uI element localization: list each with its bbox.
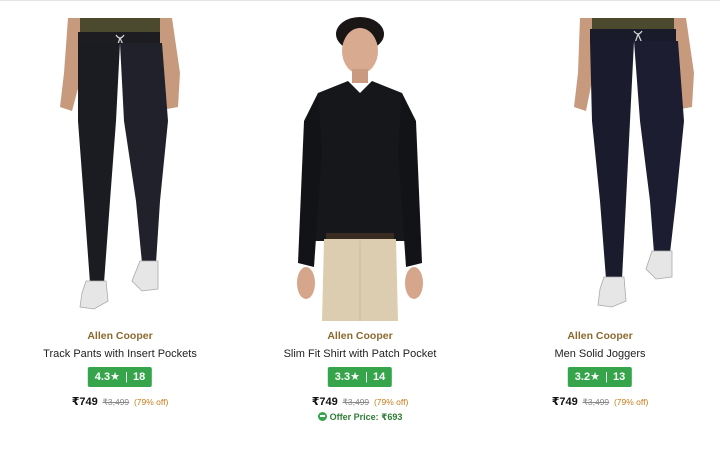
price-row: ₹749 ₹3,499 (79% off) <box>0 395 240 408</box>
shirt-image <box>260 1 460 321</box>
brand-name[interactable]: Allen Cooper <box>240 330 480 342</box>
discount-percent: (79% off) <box>133 397 169 407</box>
rating-badge: 3.3★ | 14 <box>327 367 393 387</box>
rating-value: 3.2 <box>574 371 591 383</box>
product-card[interactable]: Allen Cooper Track Pants with Insert Poc… <box>0 1 240 431</box>
product-image[interactable] <box>260 1 460 321</box>
star-icon: ★ <box>590 371 600 383</box>
discount-percent: (79% off) <box>373 397 409 407</box>
rating-badge: 3.2★ | 13 <box>567 367 633 387</box>
product-image[interactable] <box>500 1 700 321</box>
rating-value: 3.3 <box>334 371 351 383</box>
star-icon: ★ <box>350 371 360 383</box>
product-card[interactable]: Allen Cooper Slim Fit Shirt with Patch P… <box>240 1 480 431</box>
track-pants-image <box>20 1 220 321</box>
price-row: ₹749 ₹3,499 (79% off) <box>240 395 480 408</box>
mrp-price: ₹3,499 <box>582 397 610 407</box>
rating-separator: | <box>605 371 608 383</box>
review-count: 13 <box>612 371 626 383</box>
rating-badge: 4.3★ | 18 <box>87 367 153 387</box>
discount-percent: (79% off) <box>613 397 649 407</box>
rating-value: 4.3 <box>94 371 111 383</box>
offer-tag-icon <box>317 412 327 421</box>
product-title[interactable]: Men Solid Joggers <box>480 348 720 360</box>
selling-price: ₹749 <box>551 396 578 408</box>
review-count: 18 <box>132 371 146 383</box>
mrp-price: ₹3,499 <box>102 397 130 407</box>
review-count: 14 <box>372 371 386 383</box>
joggers-image <box>500 1 700 321</box>
product-grid: Allen Cooper Track Pants with Insert Poc… <box>0 1 720 461</box>
selling-price: ₹749 <box>311 396 338 408</box>
selling-price: ₹749 <box>71 396 98 408</box>
rating-separator: | <box>125 371 128 383</box>
brand-name[interactable]: Allen Cooper <box>0 330 240 342</box>
product-title[interactable]: Track Pants with Insert Pockets <box>0 348 240 360</box>
product-image[interactable] <box>20 1 220 321</box>
brand-name[interactable]: Allen Cooper <box>480 330 720 342</box>
price-row: ₹749 ₹3,499 (79% off) <box>480 395 720 408</box>
mrp-price: ₹3,499 <box>342 397 370 407</box>
product-title[interactable]: Slim Fit Shirt with Patch Pocket <box>240 348 480 360</box>
offer-price-text: Offer Price: ₹693 <box>329 412 403 422</box>
product-card[interactable]: Allen Cooper Men Solid Joggers 3.2★ | 13… <box>480 1 720 431</box>
rating-separator: | <box>365 371 368 383</box>
offer-price-row: Offer Price: ₹693 <box>240 412 480 423</box>
star-icon: ★ <box>110 371 120 383</box>
